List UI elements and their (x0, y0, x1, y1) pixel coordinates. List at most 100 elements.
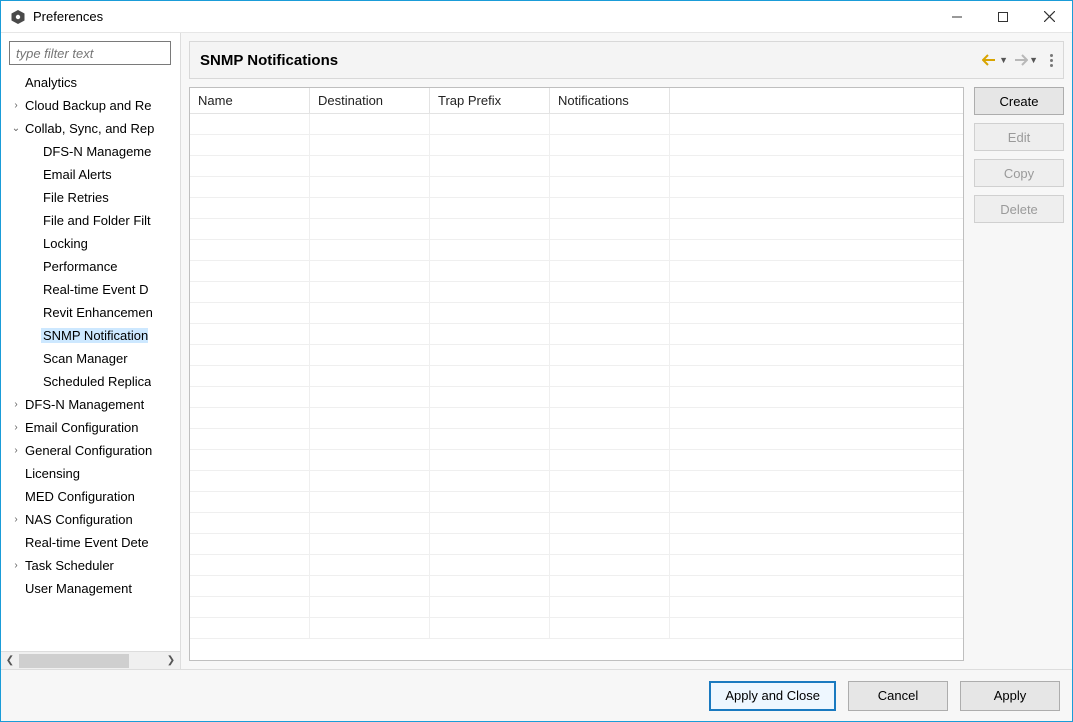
tree-item[interactable]: File and Folder Filt (1, 209, 180, 232)
table-row[interactable] (190, 576, 963, 597)
preferences-tree[interactable]: Analytics›Cloud Backup and Re⌄Collab, Sy… (1, 71, 180, 651)
scroll-track[interactable] (19, 654, 162, 668)
filter-input[interactable] (9, 41, 171, 65)
tree-item[interactable]: ›DFS-N Management (1, 393, 180, 416)
apply-button[interactable]: Apply (960, 681, 1060, 711)
chevron-down-icon[interactable]: ⌄ (9, 123, 23, 134)
table-cell (670, 534, 963, 554)
tree-item[interactable]: Real-time Event Dete (1, 531, 180, 554)
tree-item[interactable]: ›General Configuration (1, 439, 180, 462)
notifications-table[interactable]: Name Destination Trap Prefix Notificatio… (189, 87, 964, 661)
chevron-right-icon[interactable]: › (9, 514, 23, 525)
tree-item[interactable]: Real-time Event D (1, 278, 180, 301)
table-row[interactable] (190, 555, 963, 576)
scroll-left-icon[interactable]: ❮ (1, 652, 19, 670)
table-cell (190, 450, 310, 470)
apply-and-close-button[interactable]: Apply and Close (709, 681, 836, 711)
table-row[interactable] (190, 471, 963, 492)
table-row[interactable] (190, 156, 963, 177)
table-row[interactable] (190, 345, 963, 366)
table-row[interactable] (190, 114, 963, 135)
tree-item[interactable]: Performance (1, 255, 180, 278)
tree-item[interactable]: ⌄Collab, Sync, and Rep (1, 117, 180, 140)
table-cell (550, 576, 670, 596)
tree-horizontal-scrollbar[interactable]: ❮ ❯ (1, 651, 180, 669)
tree-item[interactable]: Locking (1, 232, 180, 255)
tree-item[interactable]: File Retries (1, 186, 180, 209)
table-cell (670, 135, 963, 155)
tree-item[interactable]: ›Cloud Backup and Re (1, 94, 180, 117)
tree-item[interactable]: User Management (1, 577, 180, 600)
table-row[interactable] (190, 177, 963, 198)
tree-item-label: Real-time Event Dete (23, 535, 149, 550)
table-cell (670, 177, 963, 197)
chevron-right-icon[interactable]: › (9, 100, 23, 111)
delete-button[interactable]: Delete (974, 195, 1064, 223)
chevron-right-icon[interactable]: › (9, 399, 23, 410)
close-button[interactable] (1026, 1, 1072, 32)
table-cell (310, 261, 430, 281)
table-row[interactable] (190, 198, 963, 219)
view-menu-icon[interactable] (1050, 54, 1053, 67)
table-row[interactable] (190, 366, 963, 387)
column-header-destination[interactable]: Destination (310, 88, 430, 113)
edit-button[interactable]: Edit (974, 123, 1064, 151)
table-row[interactable] (190, 492, 963, 513)
scroll-right-icon[interactable]: ❯ (162, 652, 180, 670)
table-cell (430, 408, 550, 428)
tree-item[interactable]: Scheduled Replica (1, 370, 180, 393)
table-row[interactable] (190, 450, 963, 471)
chevron-right-icon[interactable]: › (9, 445, 23, 456)
nav-back-button[interactable]: ▼ (982, 54, 1008, 66)
table-row[interactable] (190, 618, 963, 639)
tree-item[interactable]: Revit Enhancemen (1, 301, 180, 324)
table-body[interactable] (190, 114, 963, 660)
tree-item[interactable]: ›Email Configuration (1, 416, 180, 439)
chevron-right-icon[interactable]: › (9, 422, 23, 433)
table-row[interactable] (190, 408, 963, 429)
table-row[interactable] (190, 303, 963, 324)
window-controls (934, 1, 1072, 32)
tree-item[interactable]: Scan Manager (1, 347, 180, 370)
tree-item[interactable]: ›NAS Configuration (1, 508, 180, 531)
tree-item[interactable]: Analytics (1, 71, 180, 94)
maximize-button[interactable] (980, 1, 1026, 32)
table-row[interactable] (190, 597, 963, 618)
tree-item-label: NAS Configuration (23, 512, 133, 527)
table-row[interactable] (190, 534, 963, 555)
table-row[interactable] (190, 240, 963, 261)
column-header-notifications[interactable]: Notifications (550, 88, 670, 113)
table-cell (550, 555, 670, 575)
column-header-trap-prefix[interactable]: Trap Prefix (430, 88, 550, 113)
table-row[interactable] (190, 429, 963, 450)
table-cell (550, 492, 670, 512)
table-header-row: Name Destination Trap Prefix Notificatio… (190, 88, 963, 114)
scroll-thumb[interactable] (19, 654, 129, 668)
tree-item[interactable]: Licensing (1, 462, 180, 485)
tree-item[interactable]: ›Task Scheduler (1, 554, 180, 577)
cancel-button[interactable]: Cancel (848, 681, 948, 711)
table-cell (430, 387, 550, 407)
table-row[interactable] (190, 219, 963, 240)
tree-item[interactable]: SNMP Notification (1, 324, 180, 347)
table-row[interactable] (190, 135, 963, 156)
table-cell (550, 114, 670, 134)
table-row[interactable] (190, 324, 963, 345)
tree-item[interactable]: MED Configuration (1, 485, 180, 508)
copy-button[interactable]: Copy (974, 159, 1064, 187)
table-cell (430, 345, 550, 365)
column-header-name[interactable]: Name (190, 88, 310, 113)
create-button[interactable]: Create (974, 87, 1064, 115)
table-row[interactable] (190, 387, 963, 408)
minimize-button[interactable] (934, 1, 980, 32)
table-cell (670, 324, 963, 344)
table-cell (310, 471, 430, 491)
chevron-right-icon[interactable]: › (9, 560, 23, 571)
table-row[interactable] (190, 282, 963, 303)
table-row[interactable] (190, 513, 963, 534)
table-cell (310, 450, 430, 470)
table-row[interactable] (190, 261, 963, 282)
nav-forward-button[interactable]: ▼ (1012, 54, 1038, 66)
tree-item[interactable]: DFS-N Manageme (1, 140, 180, 163)
tree-item[interactable]: Email Alerts (1, 163, 180, 186)
